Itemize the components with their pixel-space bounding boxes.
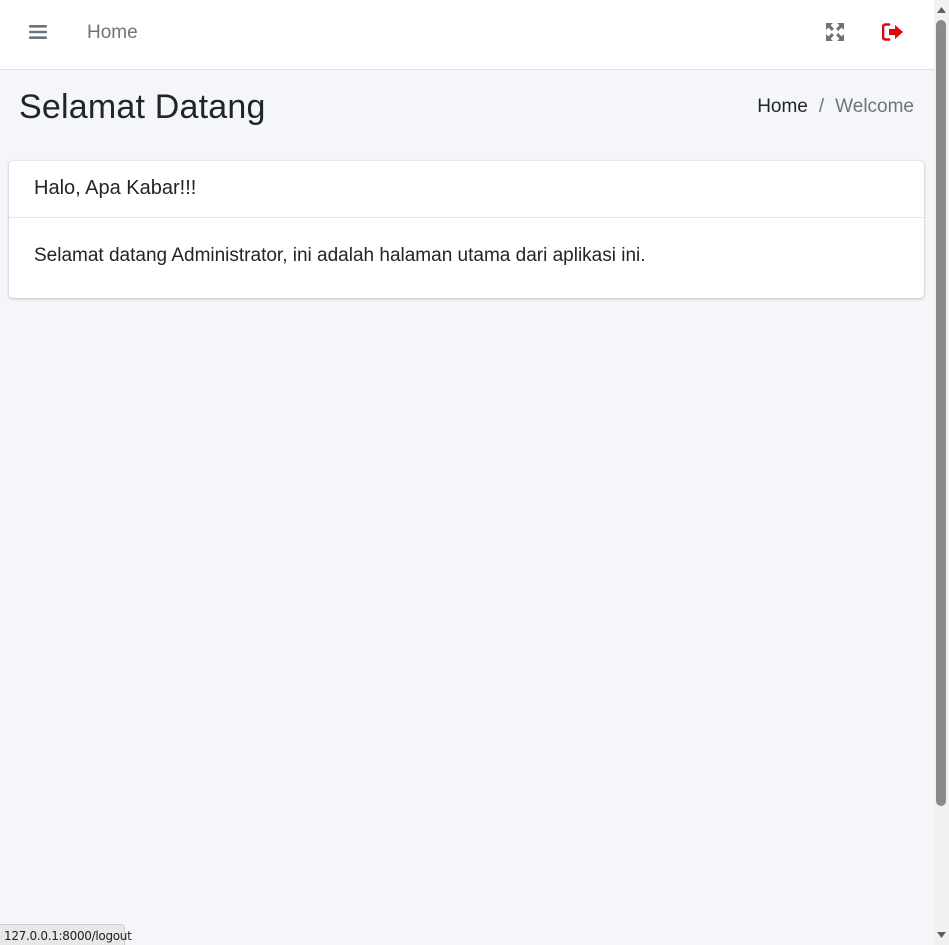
scroll-up-arrow-icon[interactable] [934,2,949,17]
breadcrumb-separator: / [818,96,825,117]
breadcrumb: Home / Welcome [757,96,914,118]
breadcrumb-home-link[interactable]: Home [757,96,808,118]
welcome-card: Halo, Apa Kabar!!! Selamat datang Admini… [9,161,924,298]
page-title: Selamat Datang [19,88,266,126]
card-title: Halo, Apa Kabar!!! [9,161,924,218]
nav-home-link[interactable]: Home [87,22,138,44]
expand-arrows-icon [825,22,845,47]
sidebar-toggle-button[interactable] [24,21,52,47]
scroll-down-arrow-icon[interactable] [934,927,949,942]
fullscreen-button[interactable] [820,20,850,48]
logout-button[interactable] [878,20,908,48]
link-status-bar: 127.0.0.1:8000/logout [0,924,132,945]
page-viewport: Home Selamat Datang Home / Welcome Halo,… [0,0,934,945]
sign-out-icon [881,22,904,46]
vertical-scrollbar-thumb[interactable] [936,20,946,806]
hamburger-menu-icon [29,24,47,45]
breadcrumb-current: Welcome [835,96,914,117]
card-body-text: Selamat datang Administrator, ini adalah… [34,245,646,266]
top-navbar: Home [0,0,934,70]
